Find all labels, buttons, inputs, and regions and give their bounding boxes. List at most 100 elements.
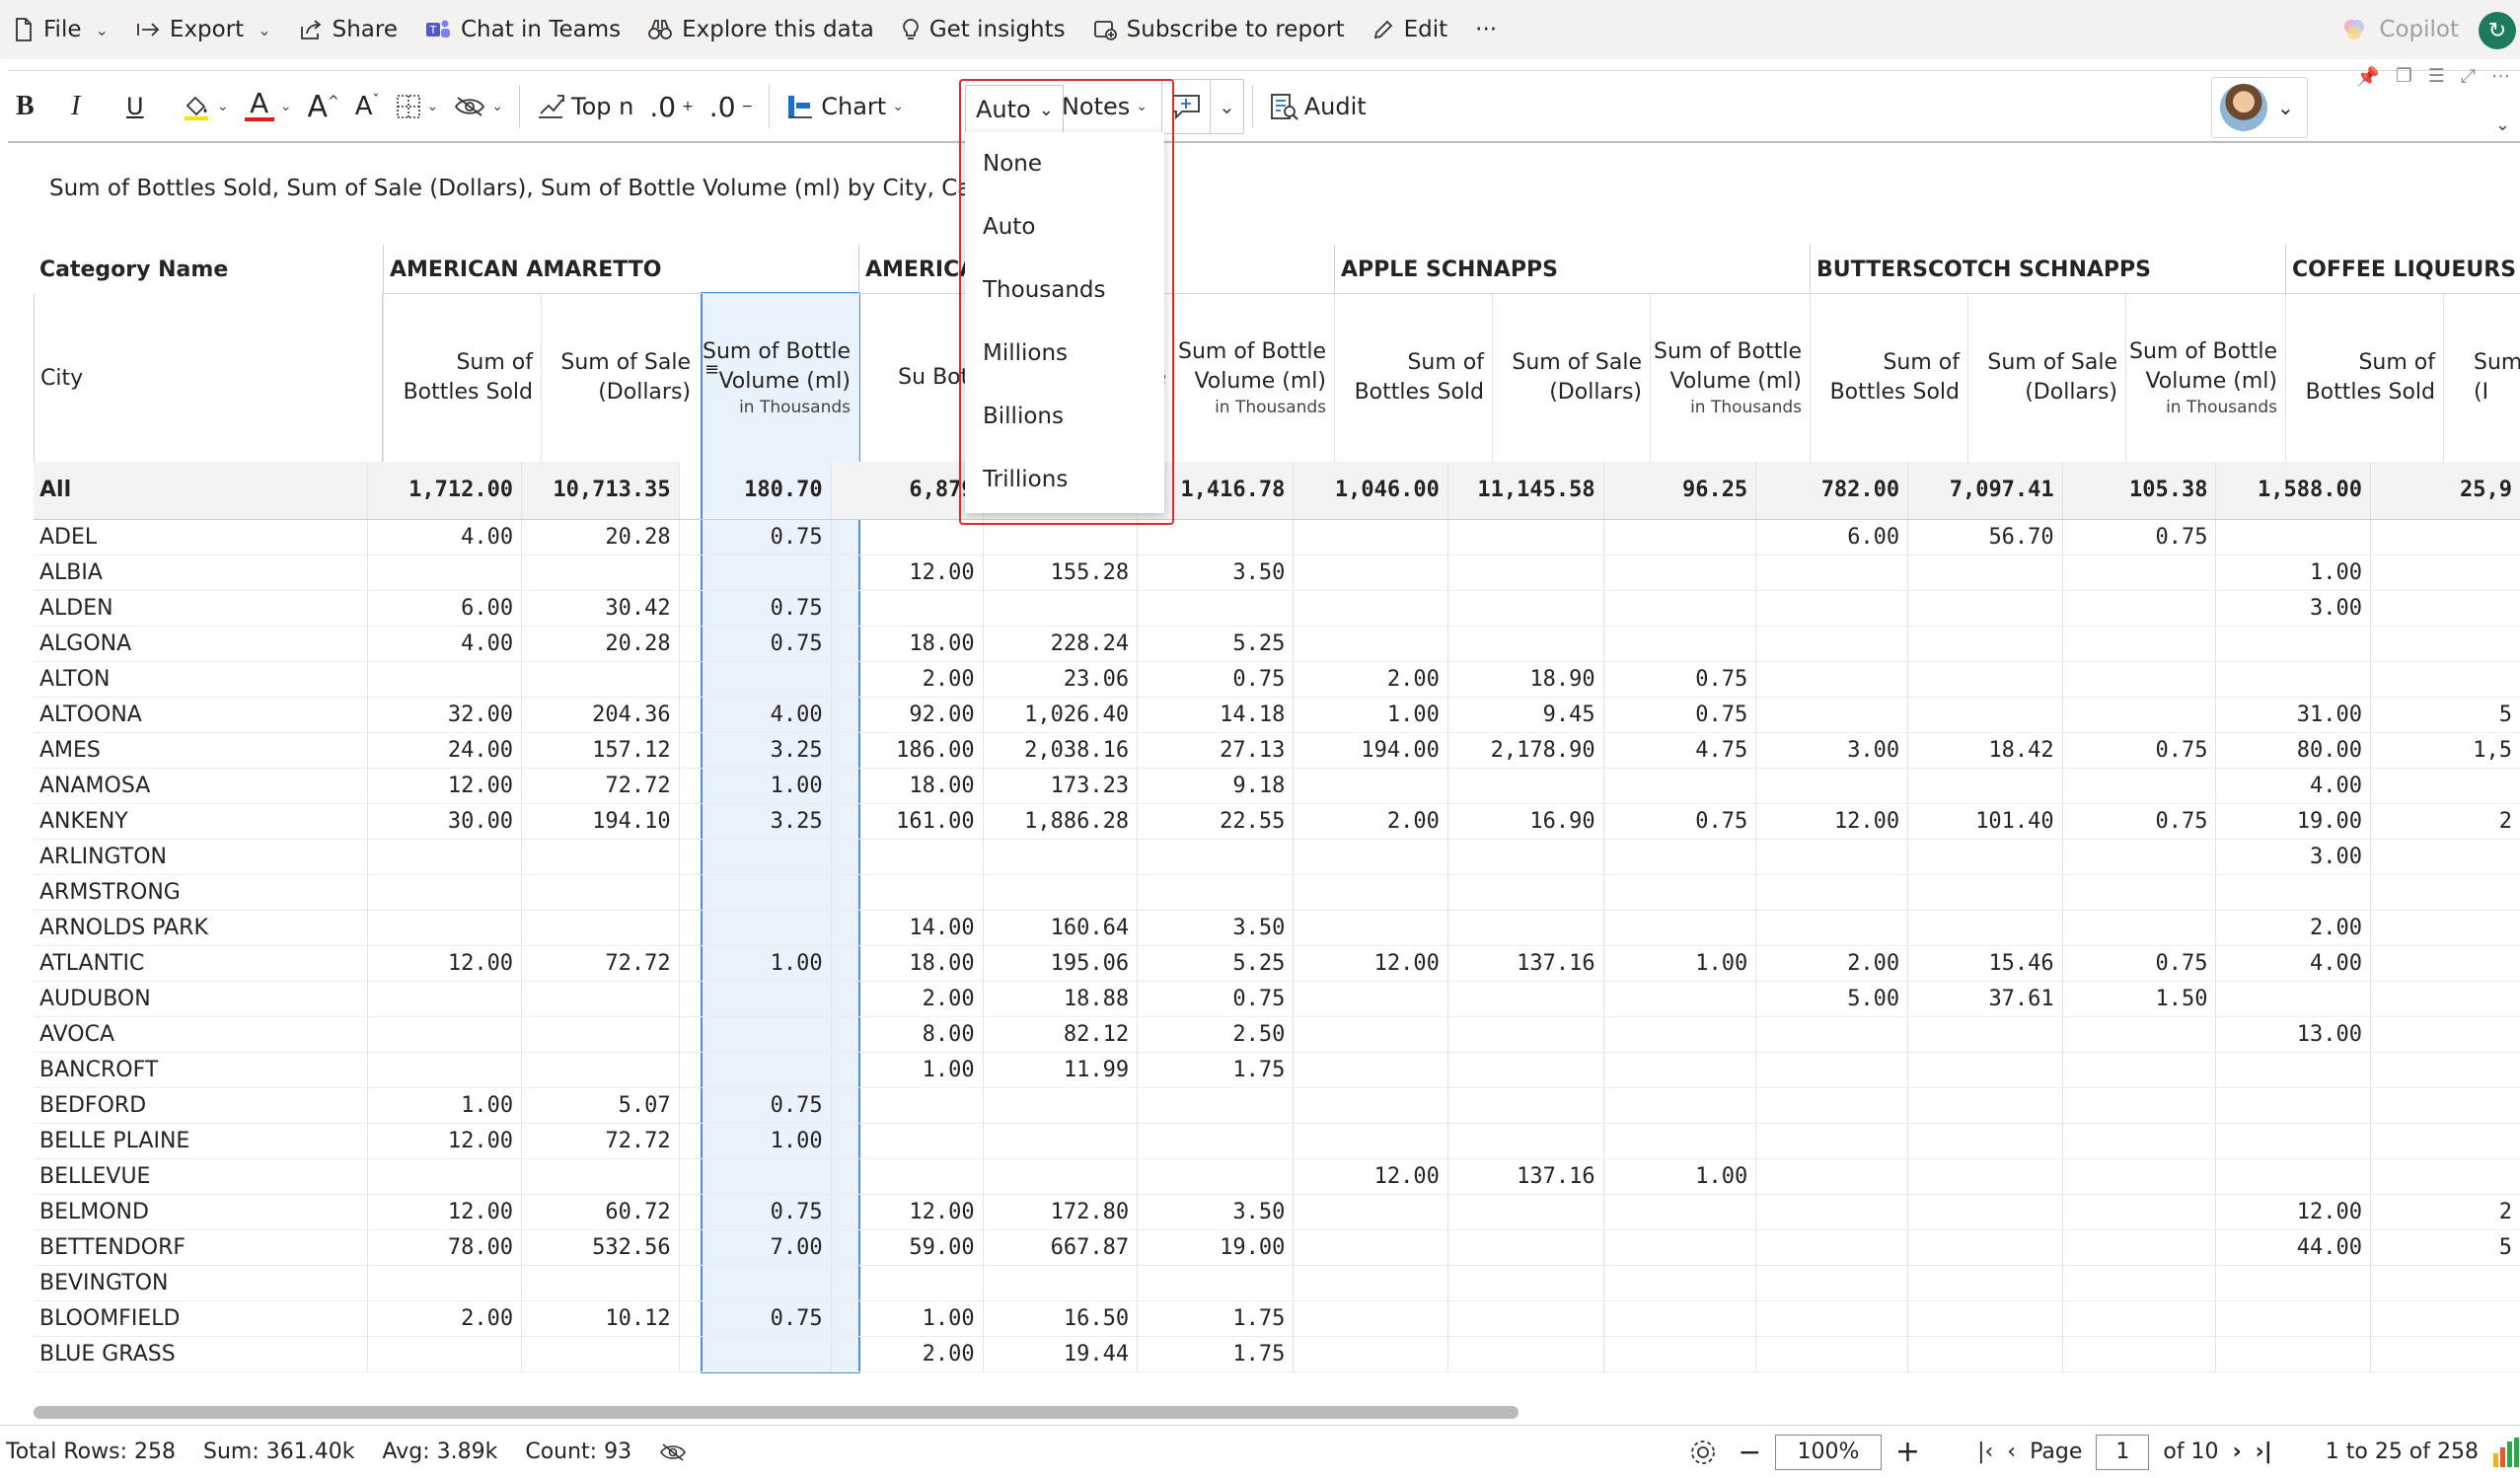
value-cell[interactable] bbox=[830, 839, 984, 875]
table-row[interactable]: BLUE GRASS 2.00 19.44 1.75 bbox=[34, 1336, 2520, 1372]
value-cell[interactable]: 2.00 bbox=[2215, 910, 2371, 946]
value-cell[interactable] bbox=[1446, 1336, 1604, 1372]
value-cell[interactable]: 160.64 bbox=[982, 910, 1138, 946]
comment-dropdown-button[interactable]: ⌄ bbox=[1211, 79, 1244, 134]
value-cell[interactable] bbox=[1602, 1194, 1756, 1230]
value-cell[interactable] bbox=[2061, 768, 2216, 804]
value-cell[interactable]: 19.00 bbox=[1137, 1229, 1294, 1266]
category-header[interactable]: COFFEE LIQUEURS bbox=[2285, 245, 2520, 294]
value-cell[interactable]: 9.18 bbox=[1137, 768, 1294, 804]
value-cell[interactable]: 2.50 bbox=[1137, 1016, 1294, 1053]
value-cell[interactable] bbox=[2369, 590, 2520, 627]
value-cell[interactable] bbox=[1137, 519, 1294, 555]
value-cell[interactable] bbox=[1602, 1229, 1756, 1266]
value-cell[interactable]: 37.61 bbox=[1907, 981, 2063, 1017]
value-cell[interactable]: 782.00 bbox=[1755, 462, 1908, 520]
value-cell[interactable]: 5 bbox=[2369, 1229, 2520, 1266]
hide-button[interactable]: ⌄ bbox=[446, 71, 511, 142]
share-button[interactable]: Share bbox=[285, 0, 411, 59]
zoom-out-button[interactable]: − bbox=[1738, 1436, 1760, 1468]
city-header[interactable]: City bbox=[34, 294, 383, 462]
chart-button[interactable]: Chart ⌄ bbox=[778, 71, 912, 142]
value-cell[interactable] bbox=[1446, 839, 1604, 875]
value-cell[interactable]: 2.00 bbox=[1755, 945, 1908, 982]
value-cell[interactable] bbox=[1446, 768, 1604, 804]
row-category-header[interactable]: Category Name bbox=[34, 245, 389, 294]
city-cell[interactable]: ALTON bbox=[34, 661, 368, 698]
value-cell[interactable]: 78.00 bbox=[366, 1229, 522, 1266]
hide-stats-icon[interactable] bbox=[659, 1442, 687, 1462]
value-cell[interactable] bbox=[521, 1052, 680, 1088]
value-cell[interactable]: 2 bbox=[2369, 803, 2520, 840]
table-row[interactable]: BLOOMFIELD 2.00 10.12 0.75 1.00 16.50 1.75 bbox=[34, 1300, 2520, 1337]
value-cell[interactable]: 0.75 bbox=[2061, 732, 2216, 769]
copy-icon[interactable]: ❐ bbox=[2396, 65, 2412, 88]
scale-option-billions[interactable]: Billions bbox=[965, 385, 1164, 448]
value-cell[interactable] bbox=[1602, 1087, 1756, 1124]
value-cell[interactable]: 1,886.28 bbox=[982, 803, 1138, 840]
value-cell[interactable]: 1.75 bbox=[1137, 1336, 1294, 1372]
value-cell[interactable] bbox=[678, 554, 832, 591]
value-cell[interactable] bbox=[2061, 1158, 2216, 1195]
city-cell[interactable]: ALDEN bbox=[34, 590, 368, 627]
value-cell[interactable]: 2.00 bbox=[1293, 803, 1448, 840]
value-cell[interactable] bbox=[2369, 874, 2520, 911]
value-cell[interactable]: 82.12 bbox=[982, 1016, 1138, 1053]
city-cell[interactable]: BELLEVUE bbox=[34, 1158, 368, 1195]
value-cell[interactable]: 8.00 bbox=[830, 1016, 984, 1053]
value-cell[interactable] bbox=[1755, 697, 1908, 733]
value-cell[interactable] bbox=[1907, 697, 2063, 733]
value-cell[interactable] bbox=[2061, 697, 2216, 733]
value-cell[interactable]: 13.00 bbox=[2215, 1016, 2371, 1053]
value-cell[interactable]: 161.00 bbox=[830, 803, 984, 840]
scale-option-trillions[interactable]: Trillions bbox=[965, 448, 1164, 511]
value-cell[interactable] bbox=[1446, 1194, 1604, 1230]
measure-header[interactable]: Sum of Bottles Sold bbox=[1810, 294, 1967, 462]
value-cell[interactable] bbox=[982, 1158, 1138, 1195]
next-page-icon[interactable]: › bbox=[2233, 1440, 2242, 1464]
value-cell[interactable]: 3.25 bbox=[678, 803, 832, 840]
value-cell[interactable] bbox=[1755, 1265, 1908, 1301]
value-cell[interactable]: 157.12 bbox=[521, 732, 680, 769]
value-cell[interactable]: 1,588.00 bbox=[2215, 462, 2371, 520]
value-cell[interactable]: 14.00 bbox=[830, 910, 984, 946]
increase-font-button[interactable]: A^ bbox=[299, 71, 346, 142]
value-cell[interactable] bbox=[1446, 910, 1604, 946]
value-cell[interactable] bbox=[1137, 1087, 1294, 1124]
value-cell[interactable] bbox=[1137, 839, 1294, 875]
table-row[interactable]: ADEL 4.00 20.28 0.75 6.00 56.70 0.75 bbox=[34, 519, 2520, 555]
decrease-font-button[interactable]: Aˇ bbox=[347, 71, 388, 142]
value-cell[interactable] bbox=[1907, 554, 2063, 591]
city-cell[interactable]: ALBIA bbox=[34, 554, 368, 591]
value-cell[interactable] bbox=[1907, 590, 2063, 627]
zoom-input[interactable]: 100% bbox=[1774, 1434, 1882, 1470]
table-row[interactable]: BELLEVUE 12.00 137.16 1.00 bbox=[34, 1158, 2520, 1195]
value-cell[interactable]: 2 bbox=[2369, 1194, 2520, 1230]
measure-header[interactable]: Sum of Sale (Dollars) bbox=[1967, 294, 2125, 462]
value-cell[interactable] bbox=[366, 1336, 522, 1372]
value-cell[interactable] bbox=[366, 554, 522, 591]
value-cell[interactable] bbox=[1293, 768, 1448, 804]
value-cell[interactable]: 0.75 bbox=[1602, 697, 1756, 733]
last-page-icon[interactable]: ›| bbox=[2256, 1440, 2272, 1464]
italic-button[interactable]: I bbox=[63, 71, 118, 142]
measure-header[interactable]: Sum of Bottles Sold bbox=[383, 294, 541, 462]
value-cell[interactable] bbox=[1907, 661, 2063, 698]
value-cell[interactable]: 1.75 bbox=[1137, 1052, 1294, 1088]
value-cell[interactable]: 2,038.16 bbox=[982, 732, 1138, 769]
pin-icon[interactable]: 📌 bbox=[2356, 65, 2380, 88]
value-cell[interactable] bbox=[830, 1087, 984, 1124]
table-row[interactable]: AUDUBON 2.00 18.88 0.75 5.00 37.61 1.50 bbox=[34, 981, 2520, 1017]
value-cell[interactable] bbox=[678, 874, 832, 911]
value-cell[interactable] bbox=[2369, 1336, 2520, 1372]
value-cell[interactable] bbox=[1907, 1087, 2063, 1124]
value-cell[interactable] bbox=[1293, 590, 1448, 627]
value-cell[interactable] bbox=[1907, 839, 2063, 875]
value-cell[interactable] bbox=[2369, 839, 2520, 875]
value-cell[interactable]: 3.50 bbox=[1137, 910, 1294, 946]
value-cell[interactable] bbox=[1755, 874, 1908, 911]
value-cell[interactable] bbox=[1293, 839, 1448, 875]
value-cell[interactable] bbox=[521, 1016, 680, 1053]
value-cell[interactable]: 0.75 bbox=[1137, 661, 1294, 698]
scale-option-auto[interactable]: Auto bbox=[965, 195, 1164, 259]
